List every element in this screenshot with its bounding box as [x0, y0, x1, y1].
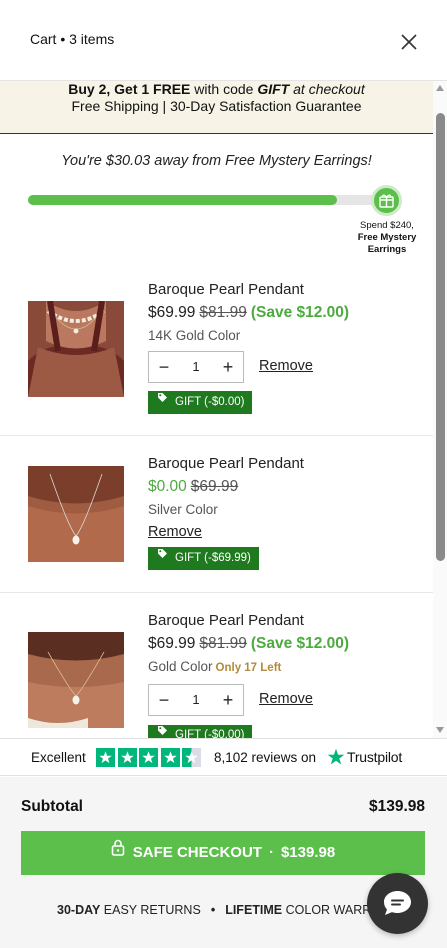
variant-label-text: Gold Color [148, 659, 213, 674]
price: $0.00 [148, 478, 187, 495]
gift-badge: GIFT (-$0.00) [148, 389, 253, 414]
promo-at-checkout: at checkout [289, 81, 365, 97]
quantity-value[interactable]: 1 [179, 685, 213, 715]
price: $69.99 [148, 635, 196, 652]
cart-header: Cart • 3 items [0, 0, 447, 81]
promo-with-code: with code [190, 81, 258, 97]
cart-title: Cart • 3 items [30, 31, 115, 47]
close-icon[interactable] [398, 31, 420, 53]
promo-banner: Buy 2, Get 1 FREE with code GIFT at chec… [0, 81, 433, 134]
checkout-button[interactable]: SAFE CHECKOUT · $139.98 [21, 831, 425, 875]
star-icon [139, 748, 158, 767]
gift-badge: GIFT (-$69.99) [148, 547, 259, 570]
progress-goal-label: Spend $240, Free Mystery Earrings [350, 220, 424, 256]
gift-badge: GIFT (-$0.00) [148, 725, 253, 738]
review-count: 8,102 reviews on [214, 750, 317, 765]
star-icon [182, 748, 201, 767]
star-icon [160, 748, 180, 767]
product-name[interactable]: Baroque Pearl Pendant [148, 281, 304, 298]
gift-badge-label: GIFT (-$0.00) [175, 729, 245, 738]
checkout-total: $139.98 [280, 844, 336, 861]
goal-reward: Free Mystery Earrings [357, 232, 417, 255]
guarantee-returns: EASY RETURNS [100, 903, 201, 917]
product-name[interactable]: Baroque Pearl Pendant [148, 612, 304, 629]
tag-icon [157, 389, 168, 412]
checkout-label: SAFE CHECKOUT [132, 844, 262, 861]
trustpilot-strip[interactable]: Excellent 8,102 reviews on Trustpilot [0, 738, 447, 776]
scrollbar-thumb[interactable] [436, 113, 445, 561]
quantity-stepper: − 1 + [148, 351, 244, 383]
guarantees: 30-DAY EASY RETURNS • LIFETIME COLOR WARRA… [57, 903, 405, 917]
promo-code: GIFT [257, 81, 290, 97]
promo-line-2: Free Shipping | 30-Day Satisfaction Guar… [71, 98, 362, 114]
star-icon [117, 748, 137, 767]
cart-scrollbar[interactable] [433, 81, 447, 739]
tag-icon [157, 545, 168, 568]
trustpilot-brand: Trustpilot [347, 749, 403, 765]
product-image[interactable] [28, 632, 124, 728]
save-amount: (Save $12.00) [250, 304, 350, 321]
quantity-stepper: − 1 + [148, 684, 244, 716]
progress-bar [28, 195, 383, 205]
guarantee-warranty-bold: LIFETIME [225, 903, 283, 917]
rating-stars [96, 748, 203, 768]
chat-icon [384, 891, 411, 915]
progress-bar-fill [28, 195, 337, 205]
price-line: $0.00 $69.99 [148, 478, 238, 496]
item-divider [0, 435, 433, 436]
compare-price: $81.99 [199, 635, 247, 652]
compare-price: $81.99 [199, 304, 247, 321]
product-image[interactable] [28, 466, 124, 562]
goal-spend: Spend $240, [360, 220, 414, 231]
compare-price: $69.99 [190, 478, 239, 495]
product-name[interactable]: Baroque Pearl Pendant [148, 455, 304, 472]
subtotal-value: $139.98 [368, 798, 425, 815]
price: $69.99 [148, 304, 196, 321]
price-line: $69.99 $81.99 (Save $12.00) [148, 304, 349, 322]
variant-label: 14K Gold Color [148, 328, 241, 343]
scroll-up-arrow-icon[interactable] [436, 85, 444, 91]
lock-icon [111, 830, 125, 874]
product-image[interactable] [28, 300, 124, 397]
gift-icon [371, 185, 402, 216]
chat-button[interactable] [367, 873, 428, 934]
remove-button[interactable]: Remove [148, 524, 202, 540]
decrease-quantity-button[interactable]: − [149, 352, 179, 382]
save-amount: (Save $12.00) [250, 635, 350, 652]
gift-badge-label: GIFT (-$69.99) [175, 552, 251, 564]
price-line: $69.99 $81.99 (Save $12.00) [148, 635, 349, 653]
variant-label: Silver Color [148, 502, 218, 517]
checkout-separator: · [268, 844, 274, 861]
low-stock-badge: Only 17 Left [215, 662, 282, 674]
star-icon [96, 748, 115, 767]
gift-badge-label: GIFT (-$0.00) [175, 396, 245, 408]
guarantee-returns-bold: 30-DAY [57, 903, 101, 917]
quantity-value[interactable]: 1 [179, 352, 213, 382]
remove-button[interactable]: Remove [259, 358, 313, 374]
promo-line-1: Buy 2, Get 1 FREE with code GIFT at chec… [0, 81, 433, 97]
remove-button[interactable]: Remove [259, 691, 313, 707]
increase-quantity-button[interactable]: + [213, 352, 243, 382]
trustpilot-star-icon [327, 748, 345, 765]
promo-offer: Buy 2, Get 1 FREE [68, 81, 191, 97]
progress-message: You're $30.03 away from Free Mystery Ear… [61, 153, 372, 169]
variant-label: Gold Color Only 17 Left [148, 659, 281, 674]
increase-quantity-button[interactable]: + [213, 685, 243, 715]
scroll-down-arrow-icon[interactable] [436, 727, 444, 733]
item-divider [0, 592, 433, 593]
decrease-quantity-button[interactable]: − [149, 685, 179, 715]
rating-word: Excellent [31, 750, 86, 765]
tag-icon [157, 725, 168, 738]
guarantee-separator: • [210, 903, 216, 917]
subtotal-label: Subtotal [21, 798, 83, 815]
